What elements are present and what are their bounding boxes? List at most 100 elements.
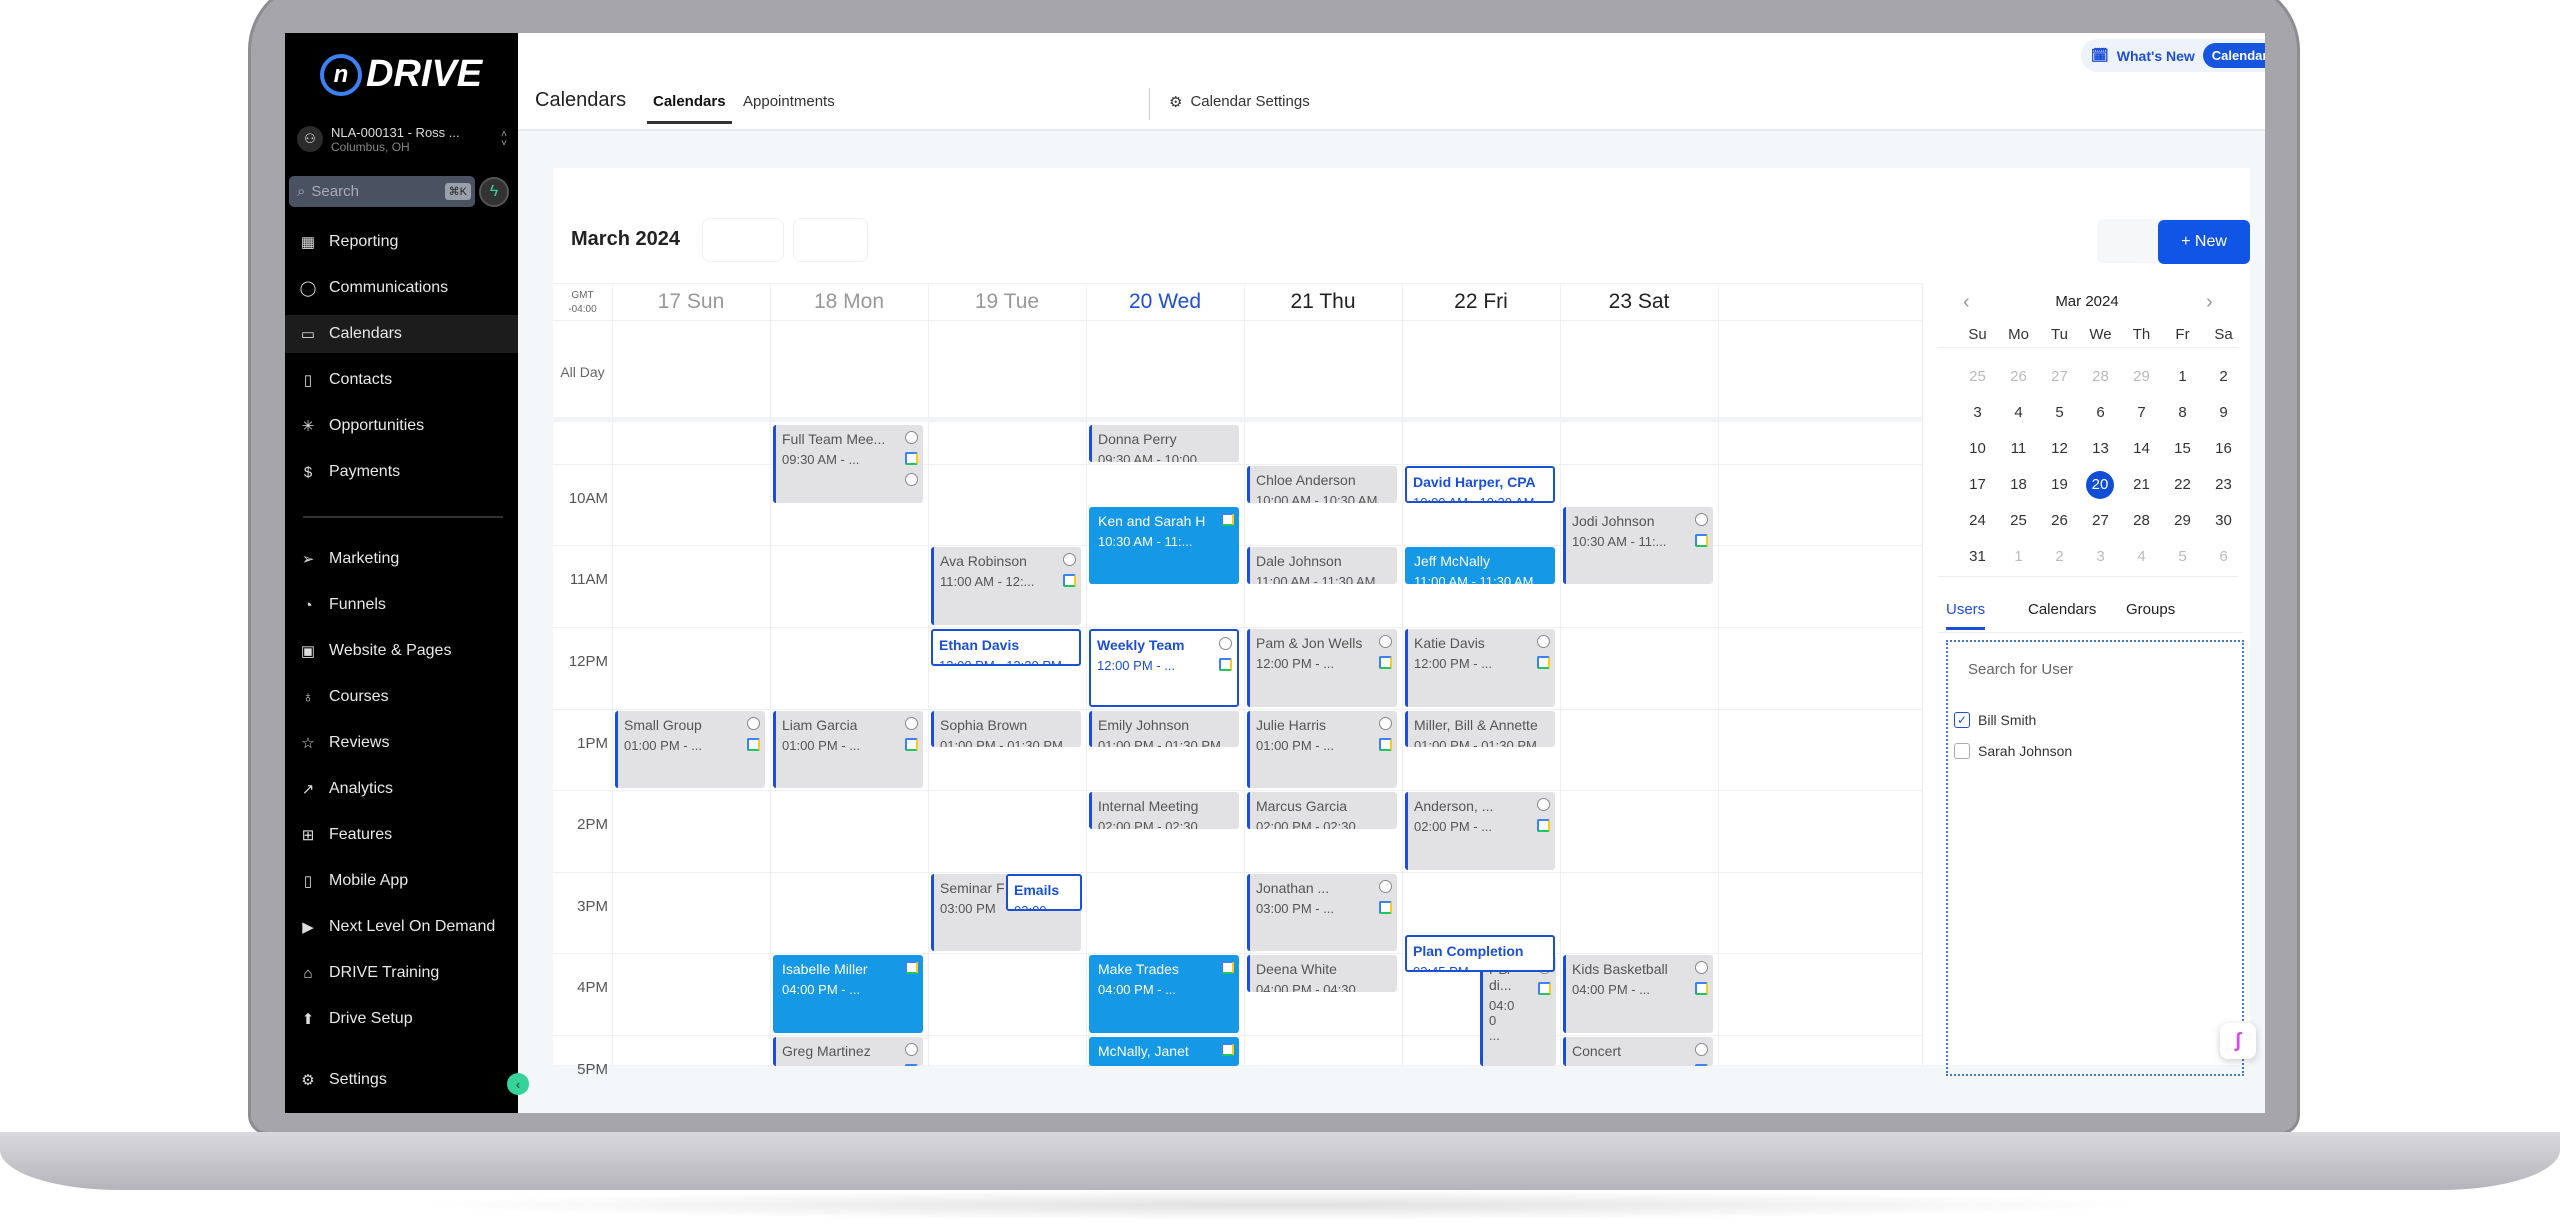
date-cell[interactable]: 26 <box>1998 363 2039 391</box>
day-header[interactable]: 20 Wed <box>1086 284 1244 320</box>
calendar-event[interactable]: Dale Johnson 11:00 AM - 11:30 AM <box>1247 547 1397 585</box>
calendar-event[interactable]: Anderson, ... 02:00 PM - ... <box>1405 792 1555 870</box>
sidebar-item-reporting[interactable]: ▦ Reporting <box>285 223 518 261</box>
sidebar-item-drive-training[interactable]: ⌂ DRIVE Training <box>285 954 518 992</box>
tab-users[interactable]: Users <box>1946 601 1986 630</box>
date-cell[interactable]: 6 <box>2203 543 2244 571</box>
date-cell[interactable]: 16 <box>2203 435 2244 463</box>
day-header[interactable]: 19 Tue <box>928 284 1086 320</box>
day-header[interactable]: 23 Sat <box>1560 284 1718 320</box>
sidebar-item-contacts[interactable]: ▯ Contacts <box>285 361 518 399</box>
calendar-event[interactable]: Make Trades 04:00 PM - ... <box>1089 955 1239 1033</box>
calendar-event[interactable]: Ken and Sarah H 10:30 AM - 11:... <box>1089 506 1239 585</box>
date-cell[interactable]: 28 <box>2121 507 2162 535</box>
whats-new-button[interactable]: 🗓 What's New Calendar Updates <box>2081 39 2265 72</box>
date-cell[interactable]: 4 <box>2121 543 2162 571</box>
search-input[interactable]: ⌕ Search ⌘K <box>289 176 475 207</box>
user-checkbox-row[interactable]: Sarah Johnson <box>1954 743 2072 759</box>
calendar-event[interactable]: Donna Perry 09:30 AM - 10:00 ... <box>1089 425 1239 462</box>
calendar-event[interactable]: Deena White 04:00 PM - 04:30 ... <box>1247 955 1397 993</box>
date-cell[interactable]: 29 <box>2121 363 2162 391</box>
date-cell[interactable]: 25 <box>1998 507 2039 535</box>
calendar-updates-badge[interactable]: Calendar Updates <box>2202 43 2265 68</box>
calendar-event[interactable]: Jeff McNally 11:00 AM - 11:30 AM <box>1405 547 1555 585</box>
calendar-event[interactable]: Chloe Anderson 10:00 AM - 10:30 AM <box>1247 465 1397 503</box>
date-cell[interactable]: 11 <box>1998 435 2039 463</box>
tab-groups[interactable]: Groups <box>2126 601 2175 618</box>
new-button[interactable]: + New <box>2158 220 2250 264</box>
sidebar-item-next-level-on-demand[interactable]: ▶ Next Level On Demand <box>285 908 518 946</box>
calendar-event[interactable]: Weekly Team 12:00 PM - ... <box>1089 629 1239 707</box>
calendar-event[interactable]: Emily Johnson 01:00 PM - 01:30 PM <box>1089 710 1239 748</box>
sidebar-item-marketing[interactable]: ➢ Marketing <box>285 540 518 578</box>
day-header[interactable]: 17 Sun <box>612 284 770 320</box>
date-cell[interactable]: 25 <box>1957 363 1998 391</box>
tab-calendars-filter[interactable]: Calendars <box>2028 601 2096 618</box>
sidebar-item-calendars[interactable]: ▭ Calendars <box>285 315 518 353</box>
calendar-event[interactable]: Plan Completion 03:45 PM <box>1405 935 1555 972</box>
date-cell[interactable]: 3 <box>2080 543 2121 571</box>
prev-next-buttons[interactable] <box>702 218 784 262</box>
date-cell[interactable]: 17 <box>1957 471 1998 499</box>
calendar-event[interactable]: Pam & Jon Wells 12:00 PM - ... <box>1247 629 1397 707</box>
date-cell[interactable]: 27 <box>2080 507 2121 535</box>
calendar-event[interactable]: Small Group 01:00 PM - ... <box>615 710 765 789</box>
date-cell[interactable]: 7 <box>2121 399 2162 427</box>
calendar-event[interactable]: Sophia Brown 01:00 PM - 01:30 PM <box>931 710 1081 748</box>
sidebar-item-reviews[interactable]: ☆ Reviews <box>285 724 518 762</box>
calendar-event[interactable]: Liam Garcia 01:00 PM - ... <box>773 710 923 789</box>
chevron-right-icon[interactable]: › <box>2206 291 2213 314</box>
day-header[interactable]: 21 Thu <box>1244 284 1402 320</box>
calendar-event[interactable]: Jodi Johnson 10:30 AM - 11:... <box>1563 506 1713 585</box>
calendar-event[interactable]: Kids Basketball 04:00 PM - ... <box>1563 955 1713 1033</box>
selected-date[interactable]: 20 <box>2086 471 2114 499</box>
checkbox-checked[interactable]: ✓ <box>1954 712 1970 728</box>
date-cell[interactable]: 5 <box>2162 543 2203 571</box>
calendar-event[interactable]: McNally, Janet 05:00 PM - ... <box>1089 1037 1239 1066</box>
date-cell[interactable]: 21 <box>2121 471 2162 499</box>
date-cell[interactable]: 3 <box>1957 399 1998 427</box>
today-button[interactable] <box>793 218 868 262</box>
date-cell[interactable]: 10 <box>1957 435 1998 463</box>
sidebar-item-website-pages[interactable]: ▣ Website & Pages <box>285 632 518 670</box>
chat-widget-icon[interactable]: ʃ <box>2220 1023 2256 1059</box>
calendar-event[interactable]: David Harper, CPA 10:00 AM - 10:30 AM <box>1405 465 1555 503</box>
sidebar-item-payments[interactable]: $ Payments <box>285 453 518 491</box>
calendar-event[interactable]: Ava Robinson 11:00 AM - 12:... <box>931 547 1081 625</box>
date-cell[interactable]: 26 <box>2039 507 2080 535</box>
calendar-event[interactable]: Concert 05:00 PM - ... <box>1563 1037 1713 1066</box>
calendar-settings-link[interactable]: ⚙ Calendar Settings <box>1169 93 1310 111</box>
date-cell[interactable]: 15 <box>2162 435 2203 463</box>
date-cell[interactable]: 1 <box>2162 363 2203 391</box>
sidebar-item-mobile-app[interactable]: ▯ Mobile App <box>285 862 518 900</box>
date-cell[interactable]: 31 <box>1957 543 1998 571</box>
date-cell[interactable]: 4 <box>1998 399 2039 427</box>
quick-action-bolt-icon[interactable]: ϟ <box>479 177 509 207</box>
sidebar-item-settings[interactable]: ⚙ Settings <box>285 1061 518 1099</box>
date-cell[interactable]: 2 <box>2203 363 2244 391</box>
date-cell[interactable]: 12 <box>2039 435 2080 463</box>
calendar-event[interactable]: PB/ di...04:0 0 ... <box>1480 955 1556 1066</box>
tab-appointments[interactable]: Appointments <box>743 93 835 110</box>
checkbox-unchecked[interactable] <box>1954 743 1970 759</box>
account-switcher[interactable]: ⚇ NLA-000131 - Ross ... Columbus, OH ˄ ˅ <box>297 117 507 161</box>
date-cell[interactable]: 8 <box>2162 399 2203 427</box>
calendar-event[interactable]: Emails 03:00 ... <box>1006 873 1082 911</box>
calendar-event[interactable]: Isabelle Miller 04:00 PM - ... <box>773 955 923 1033</box>
calendar-event[interactable]: Marcus Garcia 02:00 PM - 02:30 ... <box>1247 792 1397 829</box>
date-cell[interactable]: 28 <box>2080 363 2121 391</box>
date-cell[interactable]: 18 <box>1998 471 2039 499</box>
date-cell[interactable]: 14 <box>2121 435 2162 463</box>
calendar-event[interactable]: Jonathan ... 03:00 PM - ... <box>1247 873 1397 952</box>
calendar-event[interactable]: Julie Harris 01:00 PM - ... <box>1247 710 1397 789</box>
sidebar-item-analytics[interactable]: ↗ Analytics <box>285 770 518 808</box>
calendar-event[interactable]: Internal Meeting 02:00 PM - 02:30 ... <box>1089 792 1239 829</box>
date-cell[interactable]: 24 <box>1957 507 1998 535</box>
day-header[interactable]: 22 Fri <box>1402 284 1560 320</box>
user-checkbox-row[interactable]: ✓ Bill Smith <box>1954 712 2036 728</box>
date-cell[interactable]: 6 <box>2080 399 2121 427</box>
day-header[interactable]: 18 Mon <box>770 284 928 320</box>
calendar-event[interactable]: Ethan Davis 12:00 PM - 12:30 PM <box>931 629 1081 666</box>
collapse-sidebar-button[interactable]: ‹ <box>507 1073 529 1095</box>
sidebar-item-drive-setup[interactable]: ⬆ Drive Setup <box>285 1000 518 1038</box>
